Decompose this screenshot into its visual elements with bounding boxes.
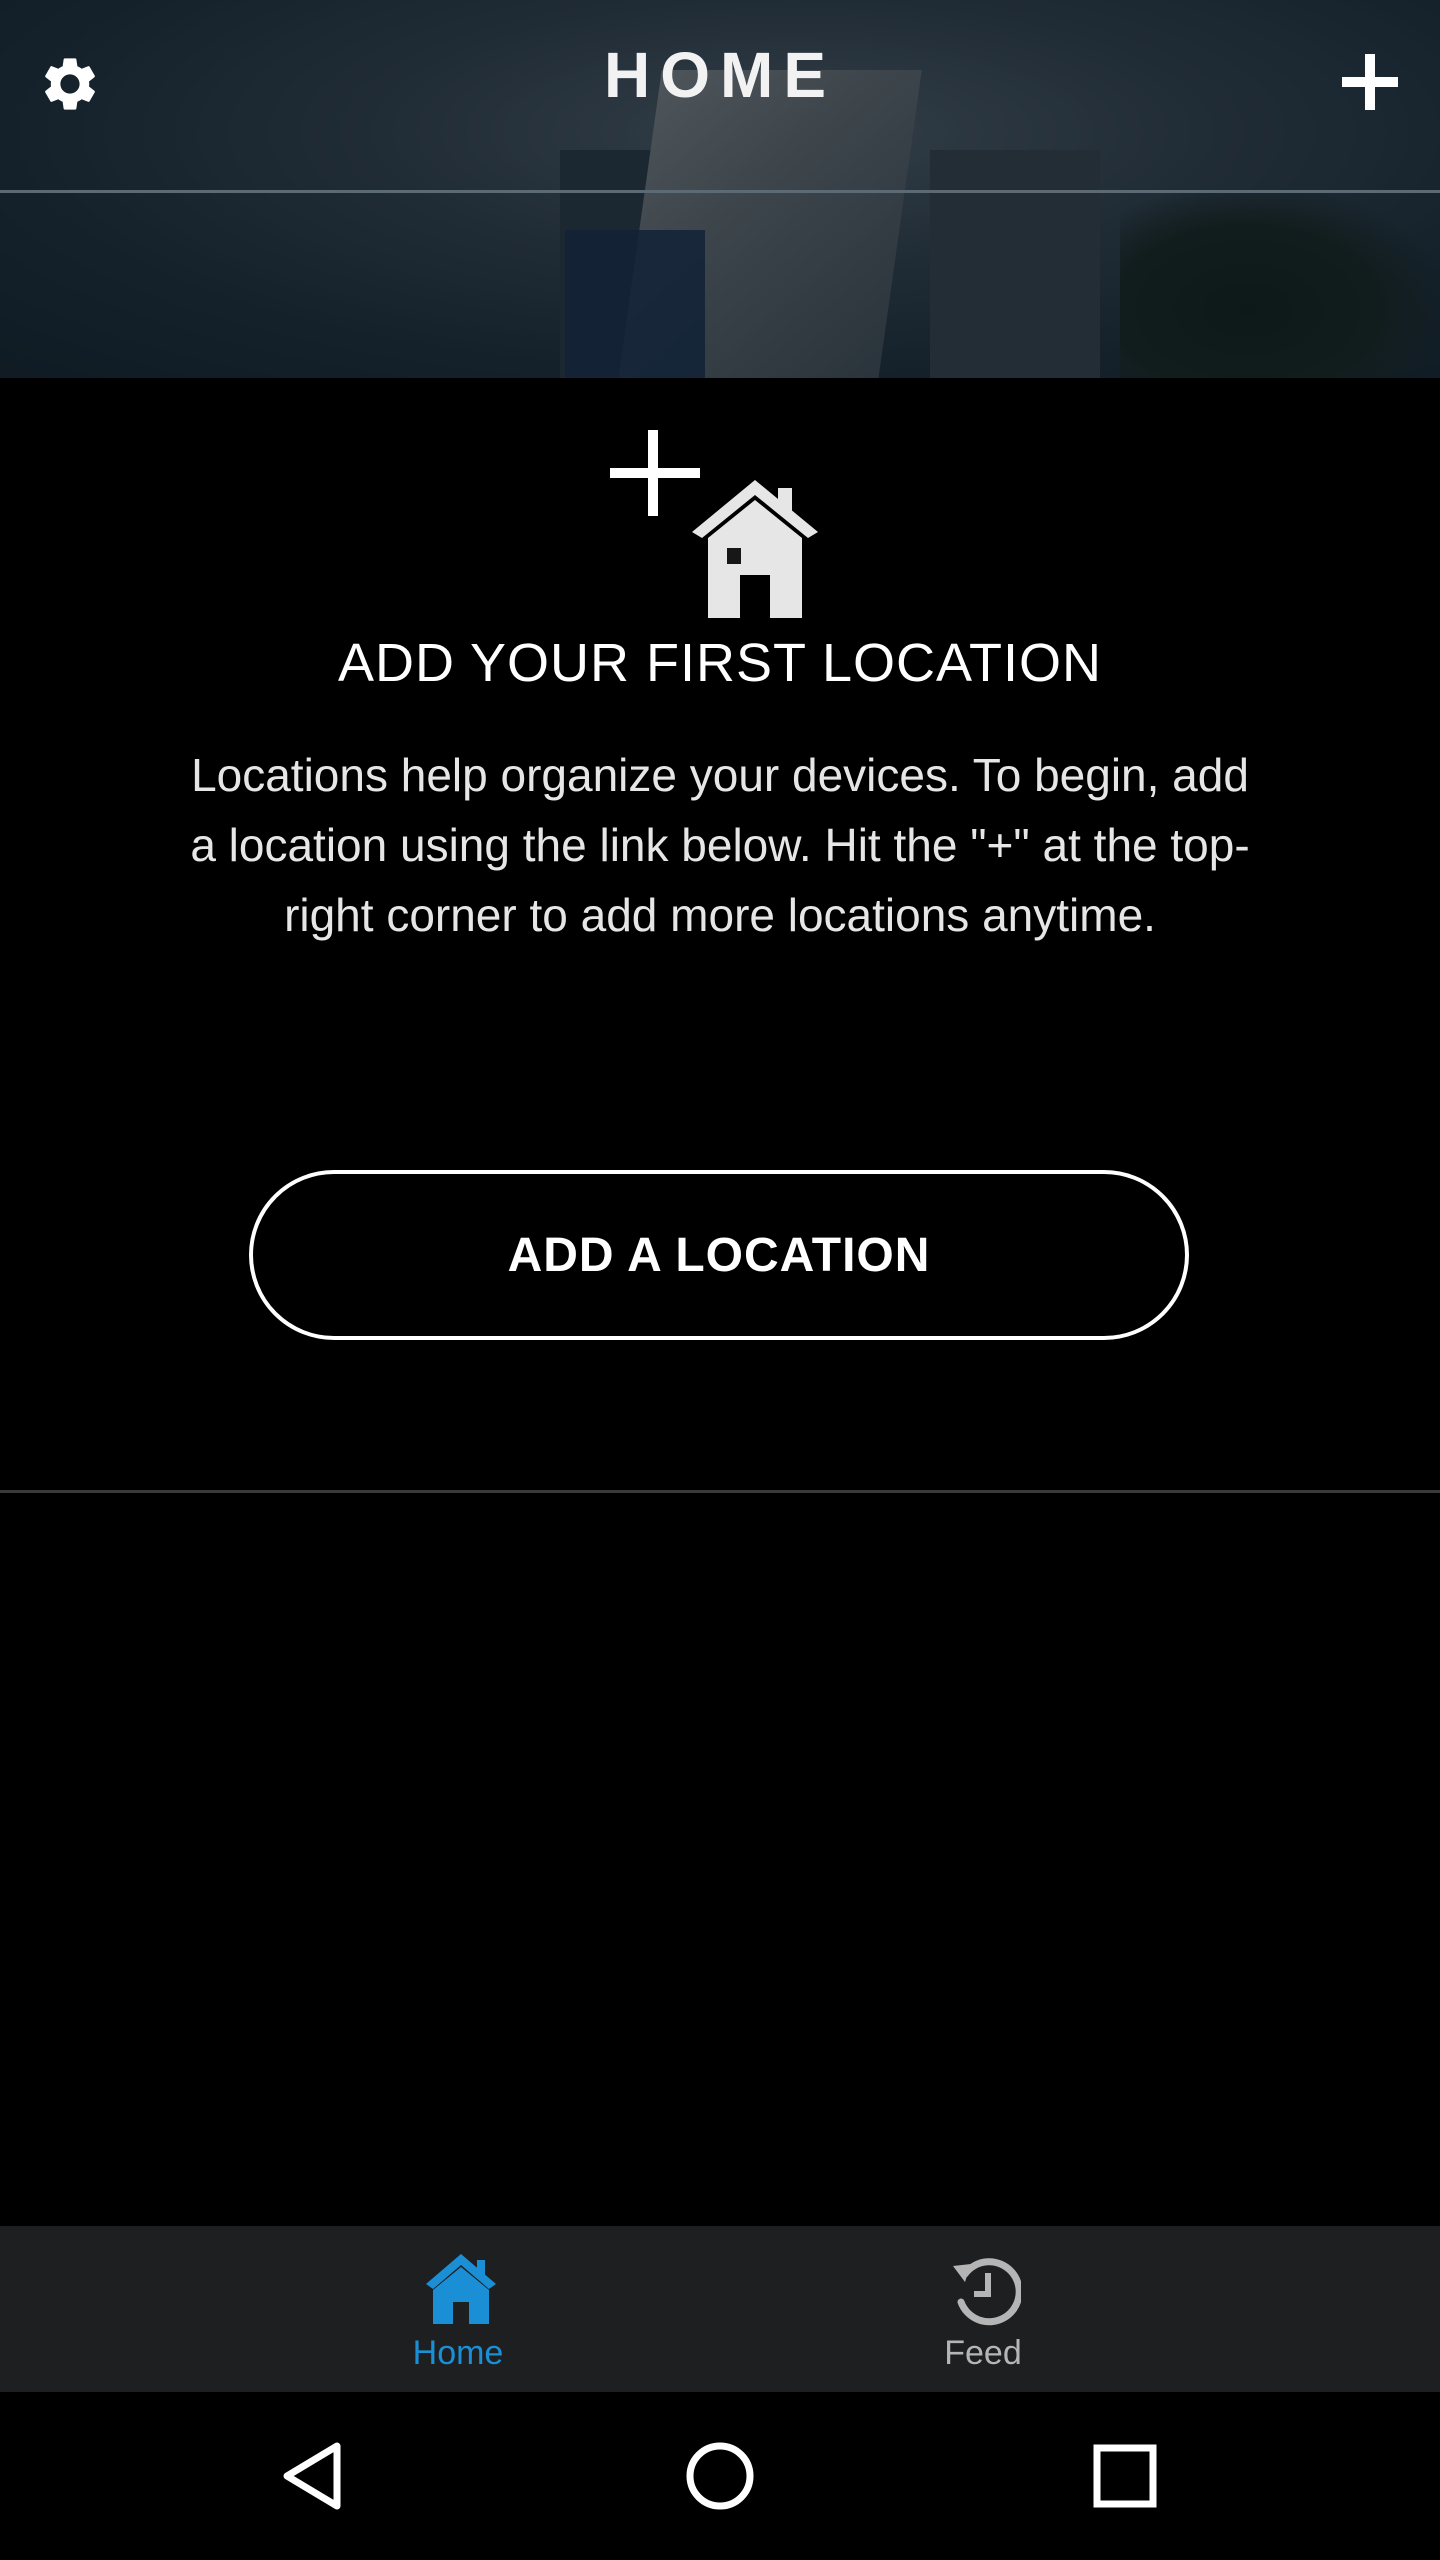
back-triangle-icon[interactable] [275,2436,355,2516]
plus-icon[interactable] [1340,52,1400,112]
empty-state-heading: ADD YOUR FIRST LOCATION [337,633,1103,693]
tab-feed-label: Feed [944,2334,1022,2372]
bottom-tab-bar: Home Feed [0,2226,1440,2392]
add-home-icon [610,430,818,618]
home-circle-icon[interactable] [680,2436,760,2516]
tab-home-label: Home [412,2334,504,2372]
history-icon [953,2258,1021,2326]
page-title: HOME [604,39,836,111]
tab-feed[interactable]: Feed [833,2226,1133,2392]
header-banner: HOME [0,0,1440,378]
divider [0,1490,1440,1493]
system-nav-bar [0,2392,1440,2560]
empty-state-description: Locations help organize your devices. To… [190,749,1250,941]
add-location-button[interactable]: ADD A LOCATION [249,1170,1189,1340]
top-app-bar: HOME [0,0,1440,193]
recents-square-icon[interactable] [1085,2436,1165,2516]
tab-home[interactable]: Home [308,2226,608,2392]
home-icon [426,2254,496,2324]
add-location-button-label: ADD A LOCATION [507,1228,931,1282]
